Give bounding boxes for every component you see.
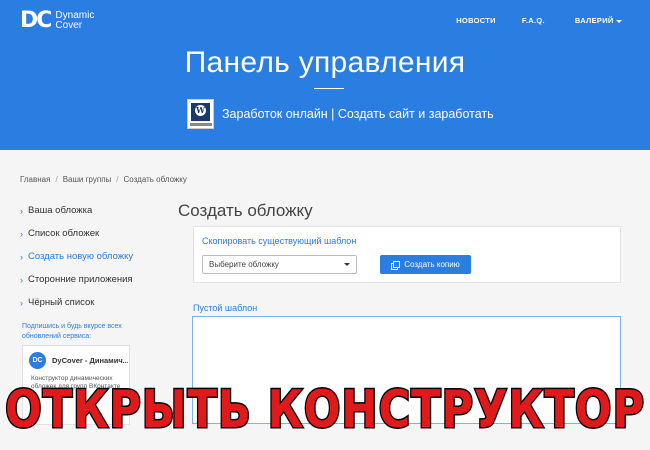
page-title: Панель управления bbox=[184, 46, 466, 79]
logo-mark: DC bbox=[20, 8, 52, 33]
avatar: DC bbox=[29, 352, 46, 369]
sidebar-item-label: Чёрный список bbox=[28, 297, 95, 308]
breadcrumb-home[interactable]: Главная bbox=[20, 175, 50, 184]
copy-template-label: Скопировать существующий шаблон bbox=[202, 236, 357, 246]
chevron-right-icon: › bbox=[20, 228, 23, 239]
sidebar-item-label: Создать новую обложку bbox=[28, 251, 134, 262]
breadcrumb: Главная / Ваши группы / Создать обложку bbox=[20, 175, 187, 184]
nav-news[interactable]: НОВОСТИ bbox=[456, 16, 496, 25]
sidebar-item-label: Сторонние приложения bbox=[28, 274, 133, 285]
chevron-right-icon: › bbox=[20, 274, 23, 285]
sidebar-item-blacklist[interactable]: › Чёрный список bbox=[20, 291, 133, 314]
nav-user-menu[interactable]: ВАЛЕРИЙ bbox=[575, 16, 622, 25]
group-name: Заработок онлайн | Создать сайт и зарабо… bbox=[222, 107, 494, 121]
logo-text: Dynamic Cover bbox=[55, 11, 94, 31]
sidebar-item-cover-list[interactable]: › Список обложек bbox=[20, 222, 133, 245]
top-nav: НОВОСТИ F.A.Q. ВАЛЕРИЙ bbox=[456, 16, 622, 25]
logo[interactable]: DC Dynamic Cover bbox=[20, 9, 94, 33]
banner-text: ОТКРЫТЬ КОНСТРУКТОР bbox=[5, 380, 645, 440]
cover-select[interactable]: Выберите обложку bbox=[202, 255, 357, 274]
group-info: W Заработок онлайн | Создать сайт и зара… bbox=[187, 99, 494, 129]
nav-user-label: ВАЛЕРИЙ bbox=[574, 16, 614, 25]
breadcrumb-current: Создать обложку bbox=[123, 175, 187, 184]
logo-line2: Cover bbox=[55, 20, 83, 31]
chevron-down-icon bbox=[616, 20, 622, 23]
chevron-right-icon: › bbox=[20, 251, 23, 262]
wordpress-icon: W bbox=[195, 105, 206, 116]
sidebar-item-label: Ваша обложка bbox=[28, 205, 93, 216]
copy-icon bbox=[391, 260, 401, 270]
chevron-right-icon: › bbox=[20, 205, 23, 216]
sidebar-item-create-cover[interactable]: › Создать новую обложку bbox=[20, 245, 133, 268]
nav-faq[interactable]: F.A.Q. bbox=[522, 16, 545, 25]
chevron-right-icon: › bbox=[20, 297, 23, 308]
sidebar-item-label: Список обложек bbox=[28, 228, 100, 239]
sidebar: › Ваша обложка › Список обложек › Создать н… bbox=[20, 199, 133, 314]
community-name[interactable]: DyCover - Динамич... bbox=[52, 356, 128, 365]
subscribe-promo: Подпишись и будь вкурсе всех обновлений … bbox=[22, 323, 122, 340]
create-copy-label: Создать копию bbox=[404, 260, 460, 269]
open-constructor-banner[interactable]: ОТКРЫТЬ КОНСТРУКТОР bbox=[0, 372, 650, 442]
empty-template-label: Пустой шаблон bbox=[193, 303, 258, 313]
title-divider bbox=[314, 88, 344, 89]
cover-select-value: Выберите обложку bbox=[209, 260, 279, 269]
group-avatar: W bbox=[187, 99, 214, 129]
breadcrumb-groups[interactable]: Ваши группы bbox=[63, 175, 112, 184]
create-copy-button[interactable]: Создать копию bbox=[380, 255, 471, 274]
section-title: Создать обложку bbox=[178, 201, 313, 220]
chevron-down-icon bbox=[344, 263, 350, 266]
copy-template-panel: Скопировать существующий шаблон Выберите… bbox=[193, 226, 621, 283]
sidebar-item-apps[interactable]: › Сторонние приложения bbox=[20, 268, 133, 291]
sidebar-item-my-cover[interactable]: › Ваша обложка bbox=[20, 199, 133, 222]
header-hero: DC Dynamic Cover НОВОСТИ F.A.Q. ВАЛЕРИЙ … bbox=[0, 0, 650, 150]
